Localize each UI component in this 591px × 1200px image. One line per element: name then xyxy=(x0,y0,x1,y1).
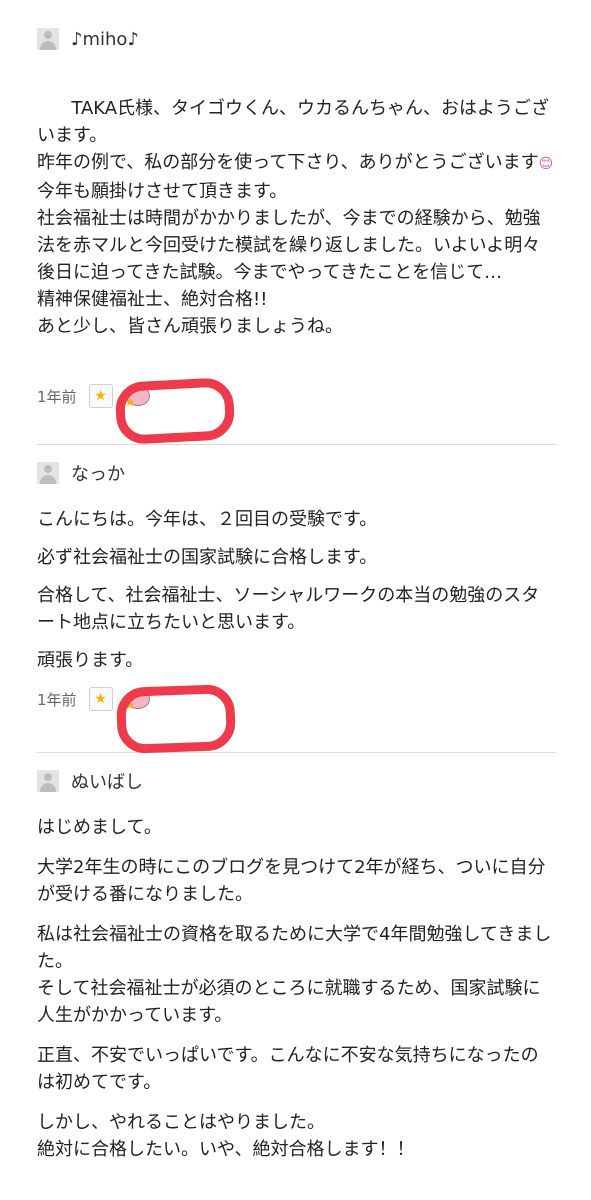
comment-footer: 1年前 ★ ★ xyxy=(37,380,556,412)
comment: ぬいばし はじめまして。 大学2年生の時にこのブログを見つけて2年が経ち、ついに… xyxy=(37,766,556,1163)
comment-text: はじめまして。 xyxy=(37,817,162,838)
comment-text: しかし、やれることはやりました。 絶対に合格したい。いや、絶対合格します！！ xyxy=(37,1112,415,1160)
star-icon: ★ xyxy=(124,698,136,712)
add-star-button[interactable]: ★ xyxy=(88,384,113,408)
comment: ♪miho♪ TAKA氏様、タイゴウくん、ウカるんちゃん、おはようございます。 … xyxy=(37,24,556,412)
comment-footer: 1年前 ★ ★ xyxy=(37,683,556,715)
comment-timestamp: 1年前 xyxy=(37,387,77,406)
user-avatar-icon[interactable] xyxy=(37,28,59,50)
star-icon: ★ xyxy=(94,691,107,707)
comment-text: 頑張ります。 xyxy=(37,650,144,671)
comment-author[interactable]: なっか xyxy=(71,460,125,486)
comment-header: ♪miho♪ xyxy=(37,24,556,54)
comment-text: 合格して、社会福祉士、ソーシャルワークの本当の勉強のスタート地点に立ちたいと思い… xyxy=(37,585,540,633)
comment: なっか こんにちは。今年は、２回目の受験です。 必ず社会福祉士の国家試験に合格し… xyxy=(37,458,556,715)
star-giver-avatar-icon[interactable]: ★ xyxy=(123,383,153,409)
user-avatar-icon[interactable] xyxy=(37,462,59,484)
comment-text: 私は社会福祉士の資格を取るために大学で4年間勉強してきました。 そして社会福祉士… xyxy=(37,924,552,1026)
comment-author[interactable]: ♪miho♪ xyxy=(71,29,139,50)
divider xyxy=(37,444,556,445)
comment-header: なっか xyxy=(37,458,556,488)
comment-timestamp: 1年前 xyxy=(37,690,77,709)
comment-text: 正直、不安でいっぱいです。こんなに不安な気持ちになったのは初めてです。 xyxy=(37,1045,539,1093)
comment-text: 大学2年生の時にこのブログを見つけて2年が経ち、ついに自分が受ける番になりました… xyxy=(37,857,546,905)
smile-emoji-icon: 😊 xyxy=(538,156,554,172)
add-star-button[interactable]: ★ xyxy=(88,687,113,711)
comment-author[interactable]: ぬいばし xyxy=(71,768,143,794)
star-icon: ★ xyxy=(94,388,107,404)
comment-text: TAKA氏様、タイゴウくん、ウカるんちゃん、おはようございます。 昨年の例で、私… xyxy=(37,98,554,337)
comment-header: ぬいばし xyxy=(37,766,556,796)
star-giver-avatar-icon[interactable]: ★ xyxy=(123,686,153,712)
divider xyxy=(37,752,556,753)
user-avatar-icon[interactable] xyxy=(37,770,59,792)
comment-text: 必ず社会福祉士の国家試験に合格します。 xyxy=(37,547,378,568)
comment-text: こんにちは。今年は、２回目の受験です。 xyxy=(37,509,378,530)
star-icon: ★ xyxy=(124,395,136,409)
